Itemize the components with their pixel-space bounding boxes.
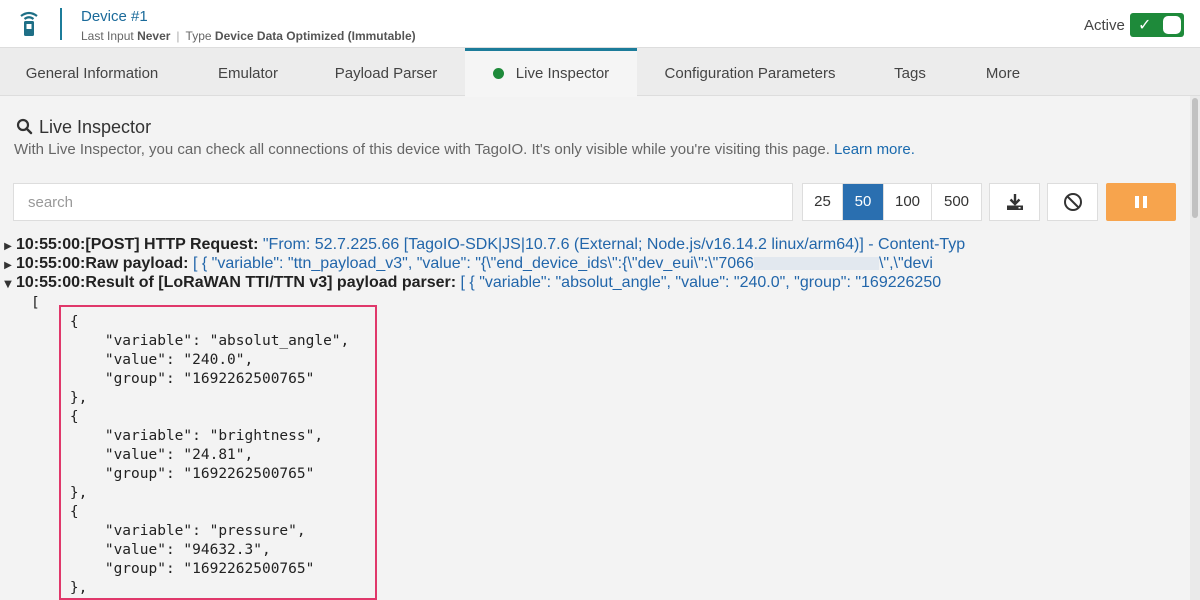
- device-icon: [20, 11, 38, 36]
- device-name: Device #1: [81, 8, 148, 25]
- log-label: Result of [LoRaWAN TTI/TTN v3] payload p…: [85, 274, 457, 291]
- tab-label: General Information: [25, 65, 159, 82]
- last-input-value: Never: [137, 29, 171, 43]
- log-entry[interactable]: ▶ 10:55:00:Raw payload: [ { "variable": "…: [0, 255, 1190, 274]
- scrollbar[interactable]: [1190, 96, 1200, 600]
- section-title: Live Inspector: [16, 117, 151, 138]
- scrollbar-thumb[interactable]: [1192, 98, 1198, 218]
- tab-label: Emulator: [217, 65, 279, 82]
- meta-separator: |: [176, 29, 180, 43]
- log-value: [ { "variable": "absolut_angle", "value"…: [460, 274, 942, 291]
- tab-payload-parser[interactable]: Payload Parser: [312, 48, 460, 96]
- log-entry[interactable]: ▶ 10:55:00:[POST] HTTP Request: "From: 52…: [0, 236, 1190, 255]
- log-time: 10:55:00:: [16, 236, 86, 253]
- tab-general-information[interactable]: General Information: [0, 48, 184, 96]
- device-header: Device #1 Last Input Never | Type Device D…: [0, 0, 1200, 48]
- page-size-25-button[interactable]: 25: [803, 184, 843, 220]
- tab-live-inspector[interactable]: Live Inspector: [465, 48, 637, 97]
- section-description: With Live Inspector, you can check all c…: [14, 141, 915, 158]
- page-size-50-button[interactable]: 50: [843, 184, 884, 220]
- expand-arrow-icon[interactable]: ▶: [0, 260, 16, 271]
- download-icon: [1006, 194, 1023, 210]
- toggle-knob: [1163, 16, 1181, 34]
- type-value: Device Data Optimized (Immutable): [214, 29, 416, 43]
- block-icon: [1063, 193, 1082, 211]
- tab-bar: General Information Emulator Payload Par…: [0, 48, 1200, 97]
- log-entry[interactable]: ▼ 10:55:00:Result of [LoRaWAN TTI/TTN v3]…: [0, 274, 1190, 293]
- description-text: With Live Inspector, you can check all c…: [14, 141, 830, 158]
- download-button[interactable]: [989, 183, 1040, 221]
- log-value-tail: \",\"devi: [878, 255, 933, 272]
- tab-configuration-parameters[interactable]: Configuration Parameters: [645, 48, 855, 96]
- search-input[interactable]: [13, 183, 793, 221]
- page-size-100-button[interactable]: 100: [884, 184, 932, 220]
- header-divider: [60, 8, 62, 40]
- check-icon: ✓: [1138, 15, 1152, 34]
- tab-tags[interactable]: Tags: [866, 48, 954, 96]
- highlight-box: [59, 305, 377, 600]
- active-toggle[interactable]: ✓: [1130, 13, 1184, 37]
- pause-button[interactable]: [1106, 183, 1176, 221]
- search-icon: [16, 118, 33, 135]
- page-size-selector: 25 50 100 500: [802, 183, 982, 221]
- log-label: Raw payload:: [85, 255, 189, 272]
- expand-arrow-icon[interactable]: ▶: [0, 241, 16, 252]
- last-input-label: Last Input: [81, 29, 134, 43]
- log-value: "From: 52.7.225.66 [TagoIO-SDK|JS|10.7.6…: [262, 236, 966, 253]
- type-label: Type: [185, 29, 212, 43]
- live-status-dot: [492, 68, 504, 79]
- tab-label: Tags: [894, 65, 926, 82]
- log-time: 10:55:00:: [16, 274, 86, 291]
- tab-label: Configuration Parameters: [664, 65, 836, 82]
- tab-label: More: [985, 65, 1021, 82]
- log-label: [POST] HTTP Request:: [85, 236, 259, 253]
- json-line: [: [31, 295, 40, 311]
- learn-more-link[interactable]: Learn more.: [834, 141, 915, 158]
- tab-label: Payload Parser: [334, 65, 438, 82]
- log-value: [ { "variable": "ttn_payload_v3", "value…: [192, 255, 754, 272]
- section-title-text: Live Inspector: [39, 117, 152, 137]
- redacted-block: [753, 257, 879, 270]
- log-time: 10:55:00:: [16, 255, 86, 272]
- device-meta: Last Input Never | Type Device Data Optimi…: [81, 29, 416, 43]
- status-label: Active: [1084, 17, 1125, 34]
- tab-emulator[interactable]: Emulator: [184, 48, 312, 96]
- clear-button[interactable]: [1047, 183, 1098, 221]
- page-size-500-button[interactable]: 500: [932, 184, 981, 220]
- collapse-arrow-icon[interactable]: ▼: [0, 279, 16, 290]
- tab-more[interactable]: More: [960, 48, 1046, 96]
- tab-label: Live Inspector: [515, 65, 610, 82]
